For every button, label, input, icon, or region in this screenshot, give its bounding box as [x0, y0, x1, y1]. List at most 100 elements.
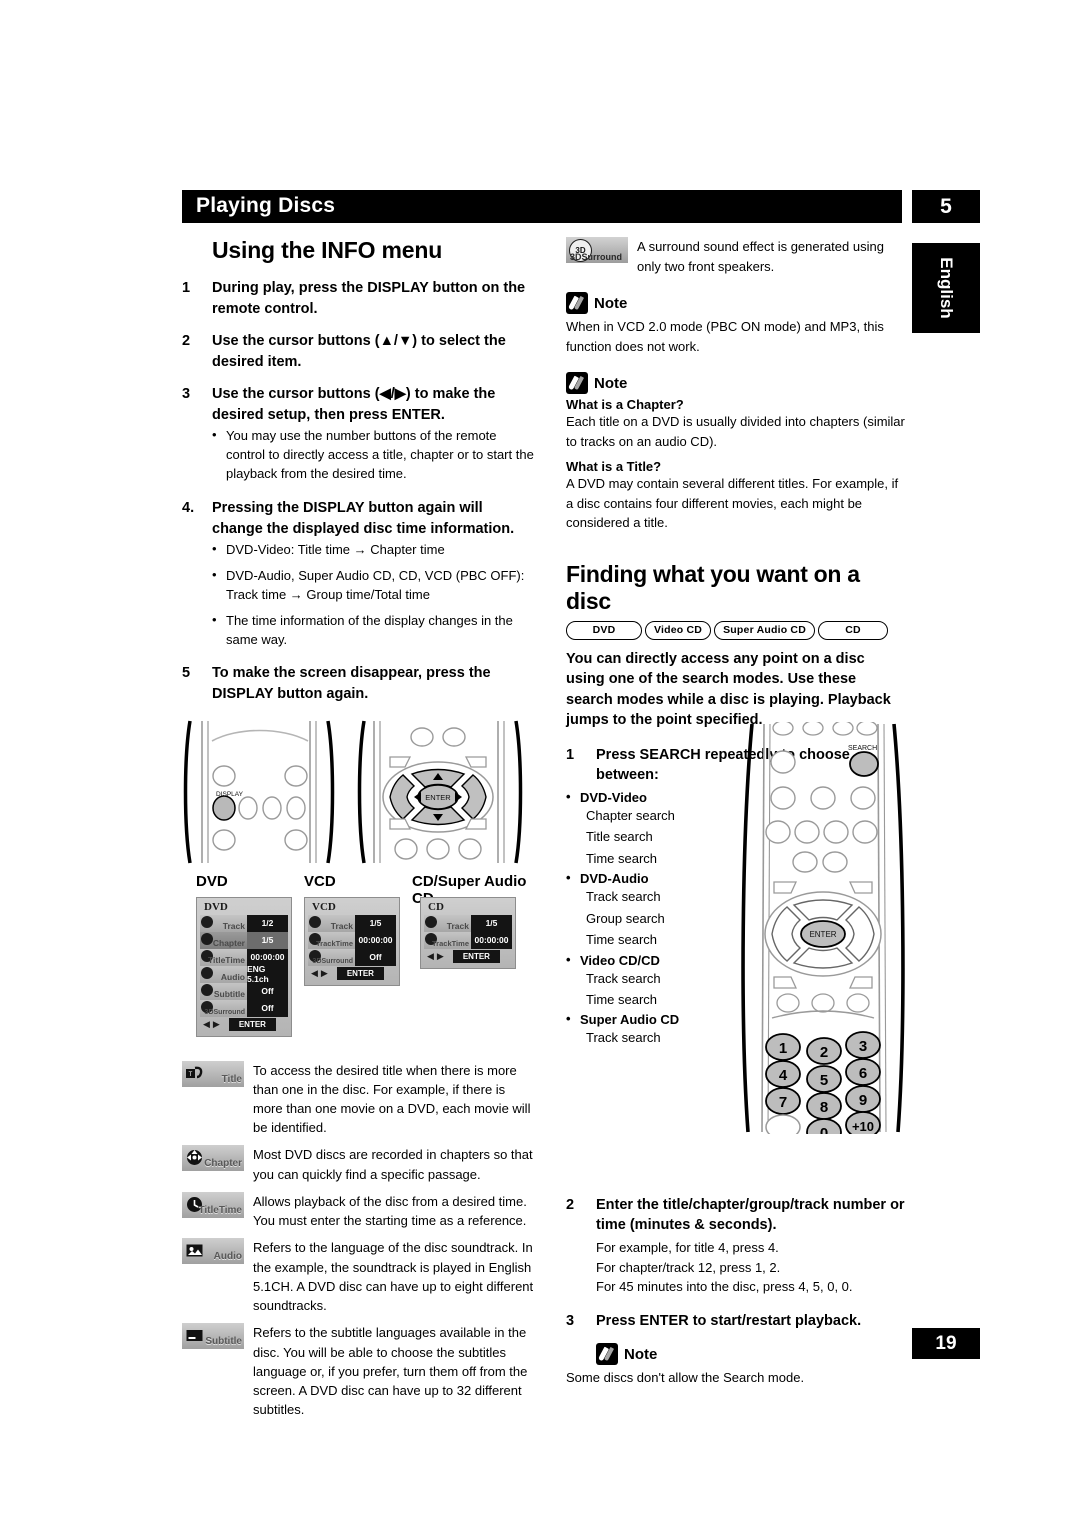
osd-caption-vcd: VCD [304, 872, 336, 890]
enter-button-label: ENTER [425, 793, 451, 802]
svg-text:7: 7 [779, 1094, 787, 1111]
osd-row-label: 3DSurround [204, 1008, 245, 1016]
osd-row-value: 1/5 [247, 931, 288, 949]
osd-row-label: TrackTime [432, 938, 469, 948]
osd-header: DVD [204, 900, 228, 913]
osd-footer: ◀▶ ENTER [424, 949, 512, 965]
note-2-answer-1: Each title on a DVD is usually divided i… [566, 414, 905, 449]
step-3-bullets: You may use the number buttons of the re… [212, 426, 537, 484]
osd-enter-button: ENTER [228, 1018, 276, 1032]
icon-description-text: Allows playback of the disc from a desir… [253, 1193, 527, 1229]
left-column: Using the INFO menu 1 During play, press… [182, 237, 537, 1428]
osd-left-right-arrows-icon: ◀▶ [203, 1019, 223, 1030]
note-label: Note [594, 374, 628, 392]
page-title: Using the INFO menu [212, 237, 443, 263]
track-icon [201, 915, 214, 929]
svg-text:+10: +10 [852, 1119, 874, 1134]
search-item: Group search [586, 910, 665, 926]
svg-text:8: 8 [820, 1099, 828, 1116]
disc-type-badges: DVD Video CD Super Audio CD CD [566, 620, 906, 640]
step-5: 5 To make the screen disappear, press th… [182, 663, 537, 704]
pencil-icon [566, 292, 588, 314]
osd-row-label: Track [222, 920, 245, 931]
osd-row-label-cell: Track [424, 914, 471, 932]
bullet: DVD-Audio, Super Audio CD, CD, VCD (PBC … [212, 566, 537, 605]
search-item: Time search [586, 992, 658, 1008]
remote-illustration-group: DISPLAY ENTER [182, 717, 537, 867]
step-text: During play, press the DISPLAY button on… [212, 280, 526, 317]
surround-blurb-text: A surround sound effect is generated usi… [637, 239, 884, 274]
icon-description-title: T Title To access the desired title when… [182, 1060, 537, 1138]
step-number: 2 [566, 1196, 575, 1213]
icon-description-audio: Audio Refers to the language of the disc… [182, 1238, 537, 1315]
search-item: Title search [586, 829, 653, 845]
remote-fragment-cursor: ENTER [357, 720, 523, 863]
page-number-badge: 19 [912, 1328, 980, 1359]
step-text: Use the cursor buttons (▲/▼) to select t… [212, 333, 506, 370]
svg-text:T: T [189, 1072, 193, 1078]
note-2-answer-2: A DVD may contain several different titl… [566, 476, 899, 530]
search-step-3: 3 Press ENTER to start/restart playback. [566, 1311, 906, 1332]
icon-description-chapter: Chapter Most DVD discs are recorded in c… [182, 1145, 537, 1183]
remote-fragment-display: DISPLAY [183, 720, 335, 863]
step-3: 3 Use the cursor buttons (◀/▶) to make t… [182, 384, 537, 484]
icon-description-titletime: TitleTime Allows playback of the disc fr… [182, 1191, 537, 1230]
osd-row-label-cell: Chapter [200, 931, 247, 949]
pencil-icon [566, 372, 588, 394]
step-text: To make the screen disappear, press the … [212, 665, 491, 702]
osd-screen-cd: CD Track 1/5 TrackTime 00:00:00 ◀▶ ENTER [420, 896, 516, 969]
step-4-bullets: DVD-Video: Title time → Chapter time DVD… [212, 540, 537, 650]
disc-badge-dvd: DVD [566, 620, 642, 640]
search-item: Time search [586, 850, 658, 866]
osd-row-value: ENG 5.1ch [247, 964, 288, 984]
osd-row-label-cell: Track [200, 914, 247, 932]
step-4: 4. Pressing the DISPLAY button again wil… [182, 498, 537, 649]
osd-row: Chapter 1/5 [200, 931, 288, 949]
title-icon: T Title [182, 1060, 244, 1087]
osd-screens-figure: DVD DVD Track 1/2 Chapter 1/5 TitleTime … [182, 873, 537, 1043]
osd-row-value: 00:00:00 [355, 931, 396, 949]
osd-row-label-cell: 3DSurround [308, 948, 355, 966]
search-item: Track search [586, 889, 661, 905]
track-icon [425, 915, 438, 929]
step-number: 5 [182, 665, 191, 682]
surround-chip-label: 3DSurround [570, 252, 623, 262]
note-1-header: Note [566, 292, 906, 314]
disc-badge-super-audio-cd: Super Audio CD [714, 620, 816, 640]
svg-text:9: 9 [859, 1092, 867, 1109]
title-glyph-icon: T [186, 1066, 203, 1078]
osd-row-label-cell: Audio [200, 965, 247, 983]
osd-enter-button: ENTER [452, 950, 500, 964]
remote-search-illustration: SEARCH ENTER 1 2 3 4 5 6 7 8 9 0 +10 [741, 722, 905, 1134]
step-2: 2 Use the cursor buttons (▲/▼) to select… [182, 331, 537, 372]
step-text: Press ENTER to start/restart playback. [596, 1312, 862, 1329]
icon-name: Title [221, 1073, 242, 1085]
subtitle-glyph-icon [186, 1330, 203, 1342]
search-group-label: Video CD/CD [566, 952, 736, 968]
pencil-icon [596, 1343, 618, 1366]
osd-row-label-cell: Track [308, 914, 355, 932]
step-number: 1 [566, 746, 575, 763]
step-number: 3 [566, 1312, 575, 1329]
osd-row-value: Off [355, 948, 396, 966]
svg-text:3: 3 [859, 1038, 867, 1055]
finding-section-title: Finding what you want on a disc [566, 560, 860, 614]
note-3-header: Note [596, 1343, 906, 1366]
osd-screen-vcd: VCD Track 1/5 TrackTime 00:00:00 3DSurro… [304, 896, 400, 986]
icon-description-text: To access the desired title when there i… [253, 1062, 531, 1136]
osd-row-label-cell: TrackTime [308, 931, 355, 949]
osd-header: VCD [312, 900, 336, 913]
chapter-glyph-icon [187, 1150, 202, 1166]
svg-text:2: 2 [820, 1044, 828, 1061]
number-button-blank [765, 1114, 801, 1134]
surround-icon: 3D 3DSurround [566, 237, 628, 263]
step-number: 2 [182, 333, 191, 350]
disc-badge-video-cd: Video CD [645, 620, 712, 640]
icon-description-subtitle: Subtitle Refers to the subtitle language… [182, 1323, 537, 1419]
osd-footer: ◀▶ ENTER [308, 966, 396, 982]
bullet: The time information of the display chan… [212, 611, 537, 650]
svg-text:5: 5 [820, 1072, 828, 1089]
osd-screen-dvd: DVD Track 1/2 Chapter 1/5 TitleTime 00:0… [196, 896, 292, 1037]
icon-name: TitleTime [198, 1204, 242, 1216]
step-2-example-3: For 45 minutes into the disc, press 4, 5… [596, 1279, 853, 1295]
